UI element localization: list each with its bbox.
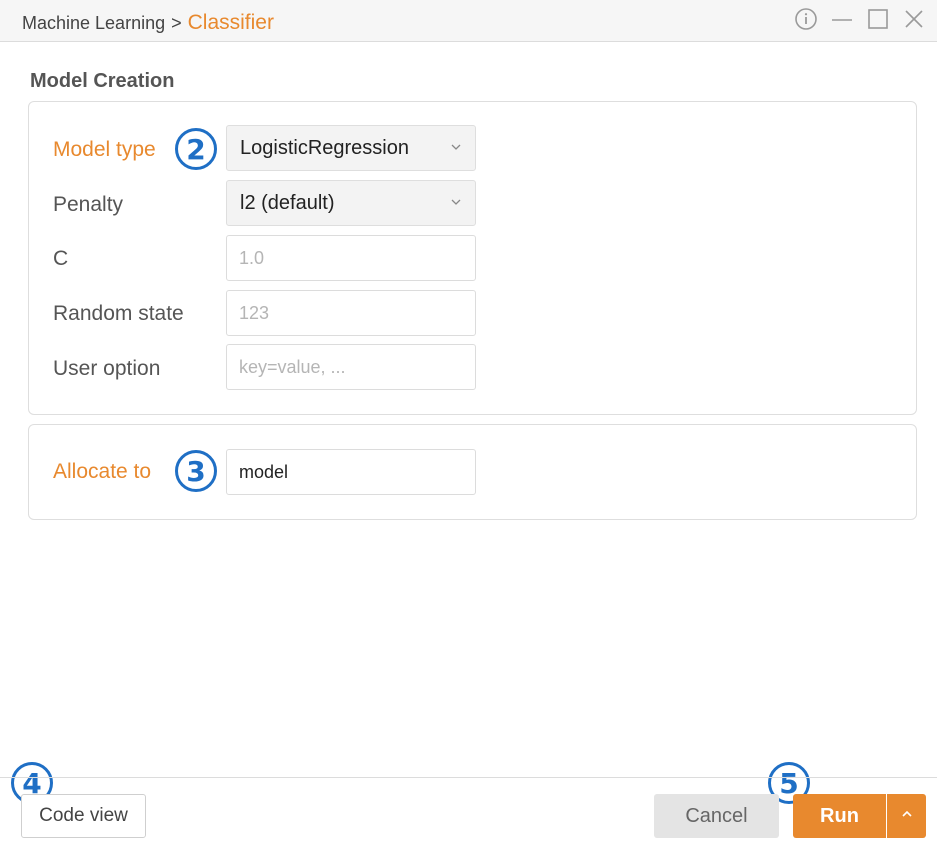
section-title: Model Creation bbox=[30, 70, 175, 92]
run-options-button[interactable] bbox=[887, 794, 926, 838]
c-field bbox=[226, 235, 476, 281]
code-view-button[interactable]: Code view bbox=[21, 794, 146, 838]
random-state-label: Random state bbox=[53, 302, 184, 325]
breadcrumb: Machine Learning > Classifier bbox=[22, 11, 274, 35]
random-state-field bbox=[226, 290, 476, 336]
random-state-input[interactable] bbox=[227, 291, 475, 335]
allocate-field bbox=[226, 449, 476, 495]
run-button[interactable]: Run bbox=[793, 794, 886, 838]
info-icon[interactable] bbox=[793, 6, 819, 32]
step-badge-3: 3 bbox=[175, 450, 217, 492]
close-icon[interactable] bbox=[901, 6, 927, 32]
allocate-panel: Allocate to bbox=[28, 424, 917, 520]
chevron-up-icon bbox=[900, 807, 914, 826]
breadcrumb-separator: > bbox=[171, 13, 182, 33]
allocate-input[interactable] bbox=[227, 450, 475, 494]
model-type-value: LogisticRegression bbox=[240, 137, 409, 159]
breadcrumb-parent[interactable]: Machine Learning bbox=[22, 13, 165, 33]
window-controls bbox=[793, 6, 927, 32]
c-label: C bbox=[53, 247, 69, 270]
chevron-down-icon bbox=[449, 140, 463, 159]
title-bar: Machine Learning > Classifier bbox=[0, 0, 937, 42]
chevron-down-icon bbox=[449, 195, 463, 214]
penalty-label: Penalty bbox=[53, 193, 124, 216]
footer-divider bbox=[0, 777, 937, 778]
model-type-label: Model type bbox=[53, 138, 156, 161]
minimize-icon[interactable] bbox=[829, 6, 855, 32]
user-option-input[interactable] bbox=[227, 345, 475, 389]
step-badge-2: 2 bbox=[175, 128, 217, 170]
maximize-icon[interactable] bbox=[865, 6, 891, 32]
model-type-select[interactable]: LogisticRegression bbox=[226, 125, 476, 171]
user-option-label: User option bbox=[53, 357, 161, 380]
allocate-label: Allocate to bbox=[53, 460, 152, 483]
penalty-select[interactable]: l2 (default) bbox=[226, 180, 476, 226]
cancel-button[interactable]: Cancel bbox=[654, 794, 779, 838]
breadcrumb-current: Classifier bbox=[187, 11, 274, 34]
c-input[interactable] bbox=[227, 236, 475, 280]
user-option-field bbox=[226, 344, 476, 390]
model-options-panel: Model type LogisticRegression Penalty l2… bbox=[28, 101, 917, 415]
penalty-value: l2 (default) bbox=[240, 192, 335, 214]
